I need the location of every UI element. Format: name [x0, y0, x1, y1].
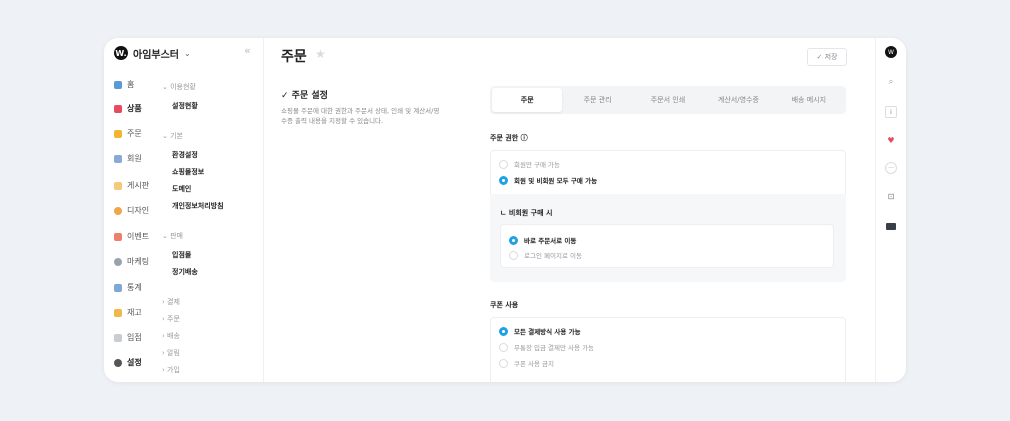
guest-purchase-title: ㄴ 비회원 구매 시 [500, 209, 553, 217]
board-icon [114, 181, 122, 190]
right-rail: W ⌕ i ♥ ··· ⊡ [875, 38, 906, 382]
page-title: 주문 [281, 49, 307, 65]
main-content: 주문 ★ ✓ 저장 ✓ 주문 설정 쇼핑몰 주문에 대한 권한과 주문서 상태,… [265, 38, 875, 382]
group-notification[interactable]: › 알림 [162, 348, 180, 358]
brand-name: 아임부스터 [133, 49, 179, 61]
sidebar-item-design[interactable]: 디자인 [114, 205, 174, 216]
group-usage[interactable]: ⌄ 이용현황 [162, 82, 196, 92]
radio-button-selected [499, 175, 508, 185]
tab-order-print[interactable]: 주문서 인쇄 [633, 88, 703, 112]
sidebar-item-products[interactable]: 상품 [114, 103, 174, 114]
brand-logo: W. [114, 46, 128, 60]
tab-delivery-message[interactable]: 배송 메시지 [774, 88, 844, 112]
tab-order-management[interactable]: 주문 관리 [562, 88, 632, 112]
group-order[interactable]: › 주문 [162, 314, 180, 324]
group-basic[interactable]: ⌄ 기본 [162, 131, 183, 141]
sidebar-item-members[interactable]: 회원 [114, 153, 174, 164]
user-avatar-icon[interactable]: W [885, 46, 897, 58]
home-icon [114, 80, 122, 89]
group-sales[interactable]: ⌄ 판매 [162, 231, 183, 241]
radio-members-and-guests[interactable]: 회원 및 비회원 모두 구매 가능 [499, 175, 597, 185]
event-icon [114, 232, 122, 241]
cart-icon[interactable]: ⊡ [885, 190, 897, 202]
radio-button-selected [499, 326, 508, 336]
sidebar-item-board[interactable]: 게시판 [114, 180, 174, 191]
guest-option-box [500, 224, 834, 268]
tab-bar: 주문 주문 관리 주문서 인쇄 계산서/영수증 배송 메시지 [490, 86, 846, 114]
heart-icon[interactable]: ♥ [885, 134, 897, 146]
group-signup[interactable]: › 가입 [162, 365, 180, 375]
sub-item-subscription[interactable]: 정기배송 [172, 267, 198, 277]
sub-item-privacy[interactable]: 개인정보처리방침 [172, 201, 224, 211]
radio-button [499, 358, 508, 368]
radio-button [499, 342, 508, 352]
collapse-sidebar-icon[interactable]: « [244, 44, 251, 57]
radio-coupon-disabled[interactable]: 쿠폰 사용 금지 [499, 358, 554, 368]
guest-purchase-panel: ㄴ 비회원 구매 시 바로 주문서로 이동 로그인 페이지로 이동 [490, 194, 846, 282]
group-payment[interactable]: › 결제 [162, 297, 180, 307]
heart-icon [114, 257, 122, 266]
design-icon [114, 206, 122, 215]
chevron-down-icon: ⌄ [184, 48, 191, 58]
brand-switcher[interactable]: W. 아임부스터 ⌄ [114, 44, 191, 62]
radio-members-only[interactable]: 회원만 구매 가능 [499, 159, 560, 169]
section-title: ✓ 주문 설정 [281, 91, 328, 101]
sub-item-environment[interactable]: 환경설정 [172, 150, 198, 160]
radio-go-to-login[interactable]: 로그인 페이지로 이동 [509, 250, 582, 260]
coupon-usage-label: 쿠폰 사용 [490, 301, 519, 309]
radio-bank-transfer-only[interactable]: 무통장 입금 결제만 사용 가능 [499, 342, 594, 352]
stock-icon [114, 308, 122, 317]
sub-item-settings-status[interactable]: 설정현황 [172, 101, 198, 111]
sub-item-mall-info[interactable]: 쇼핑몰정보 [172, 167, 204, 177]
order-permission-label: 주문 권한 ⓘ [490, 134, 528, 142]
app-window: W. 아임부스터 ⌄ « 홈 상품 주문 회원 게시판 디자인 이벤트 마케팅 … [104, 38, 906, 382]
radio-button [509, 250, 518, 260]
radio-button-selected [509, 235, 518, 245]
member-icon [114, 154, 122, 163]
radio-go-to-order[interactable]: 바로 주문서로 이동 [509, 235, 576, 245]
gear-icon [114, 358, 122, 367]
section-description: 쇼핑몰 주문에 대한 권한과 주문서 상태, 인쇄 및 계산서/영수증 출력 내… [281, 107, 440, 126]
sub-item-entry-mall[interactable]: 입점몰 [172, 250, 191, 260]
radio-all-payments[interactable]: 모든 결제방식 사용 가능 [499, 326, 581, 336]
search-icon[interactable]: ⌕ [885, 76, 897, 88]
bag-icon [114, 104, 122, 113]
monitor-icon[interactable] [885, 220, 897, 232]
more-icon[interactable]: ··· [885, 162, 897, 174]
flag-icon [114, 333, 122, 342]
tab-order[interactable]: 주문 [492, 88, 563, 112]
save-button[interactable]: ✓ 저장 [807, 48, 847, 66]
tab-invoice-receipt[interactable]: 계산서/영수증 [703, 88, 773, 112]
sub-item-domain[interactable]: 도메인 [172, 184, 191, 194]
radio-button [499, 159, 508, 169]
sidebar: W. 아임부스터 ⌄ « 홈 상품 주문 회원 게시판 디자인 이벤트 마케팅 … [104, 38, 264, 382]
group-shipping[interactable]: › 배송 [162, 331, 180, 341]
sidebar-item-stats[interactable]: 통계 [114, 282, 174, 293]
star-icon[interactable]: ★ [315, 47, 326, 61]
stats-icon [114, 283, 122, 292]
sidebar-item-marketing[interactable]: 마케팅 [114, 256, 174, 267]
info-icon[interactable]: i [885, 106, 897, 118]
order-icon [114, 129, 122, 138]
